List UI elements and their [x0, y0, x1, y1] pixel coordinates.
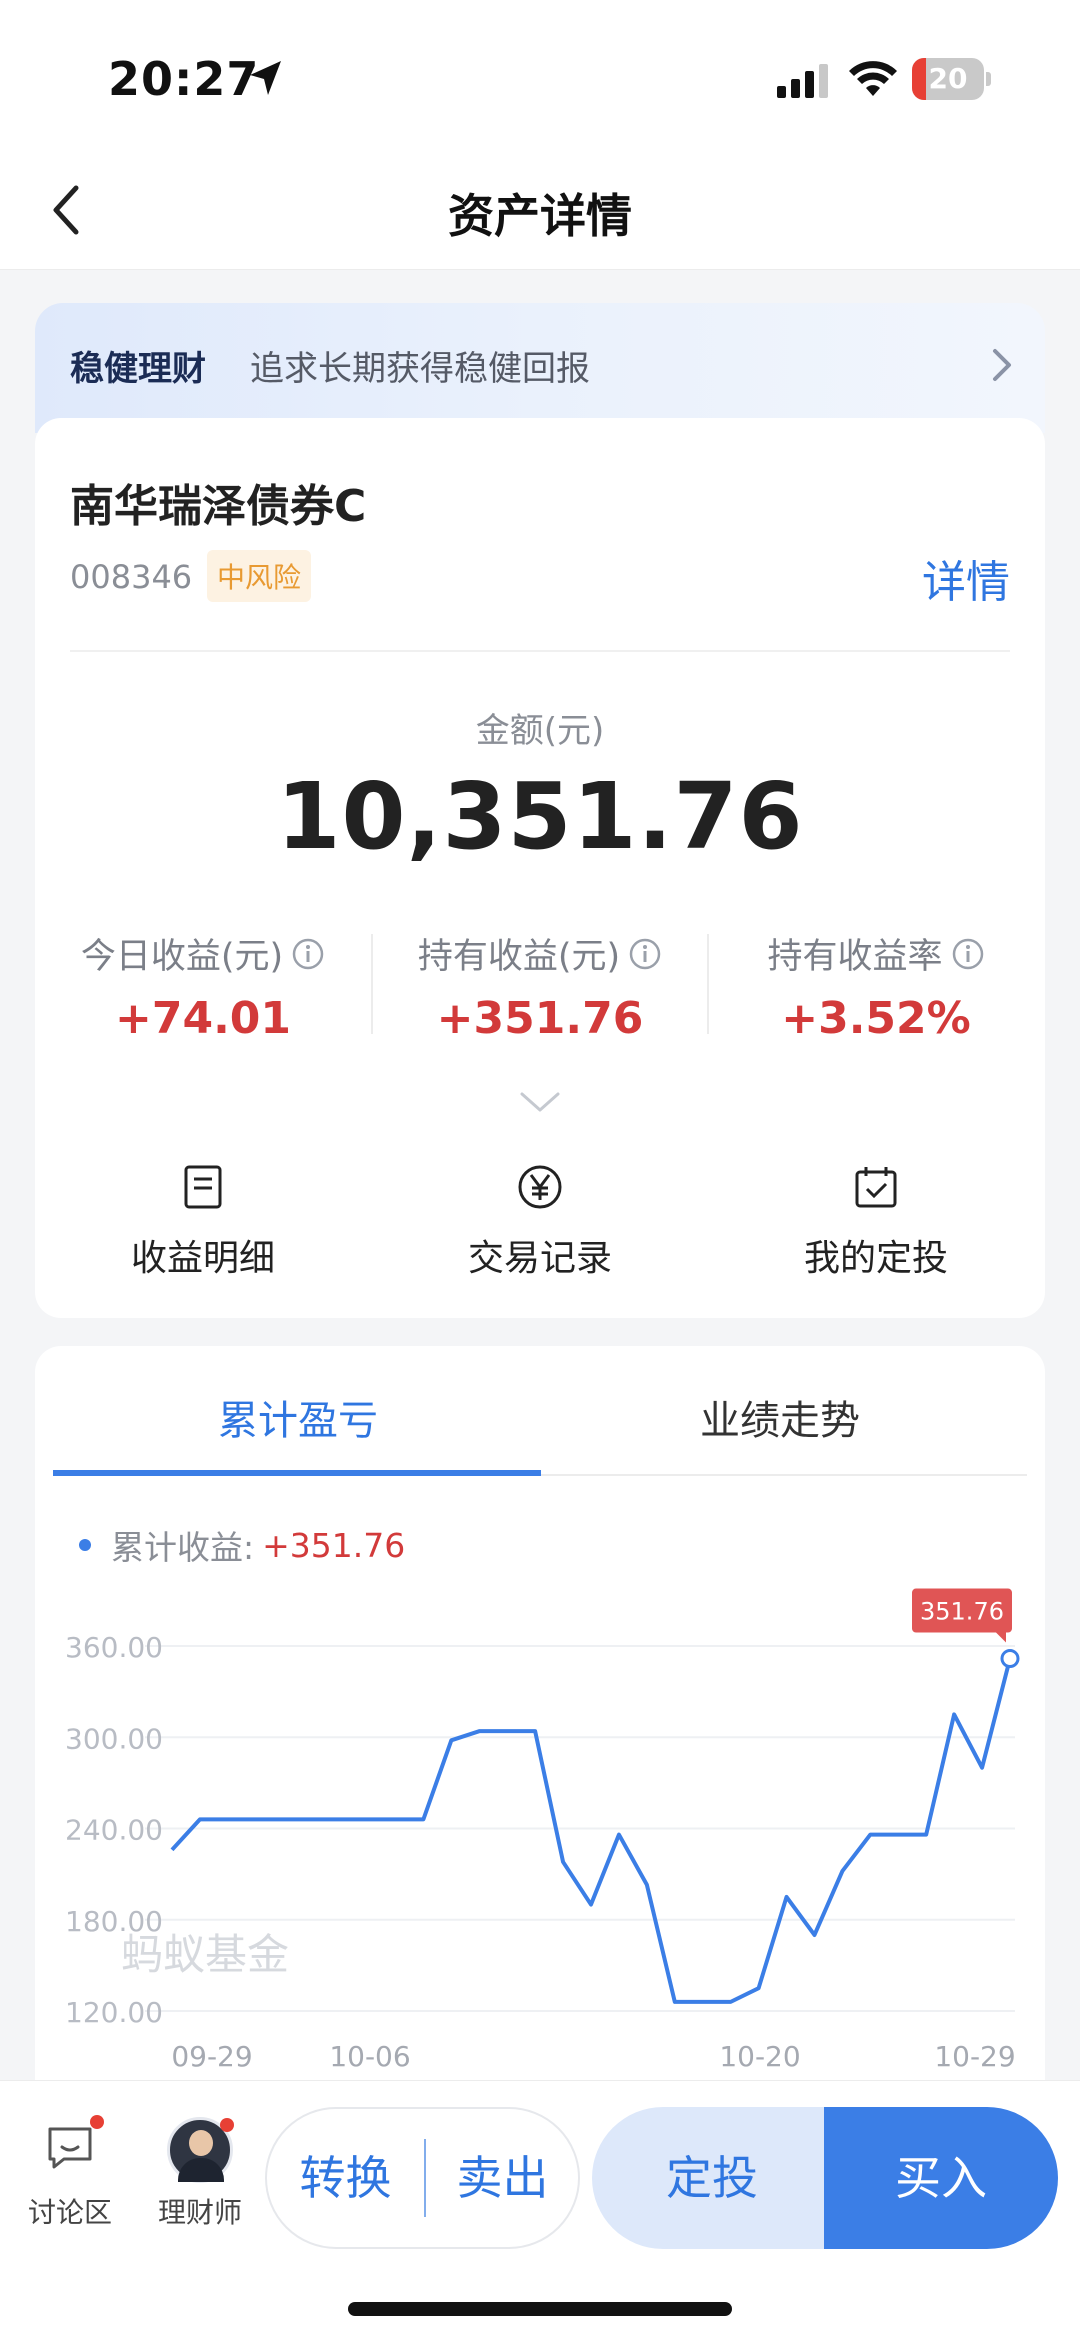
- stat-today-profit: 今日收益(元) +74.01: [35, 928, 371, 1044]
- tab-performance[interactable]: 业绩走势: [535, 1388, 1025, 1446]
- home-indicator: [348, 2302, 732, 2316]
- fund-code: 008346: [70, 558, 193, 596]
- advisor-label: 理财师: [157, 2196, 242, 2229]
- stat-holding-rate: 持有收益率 +3.52%: [708, 928, 1044, 1044]
- fund-card: 南华瑞泽债券C 008346 中风险 详情 金额(元) 10,351.76 今日…: [35, 418, 1045, 1318]
- advisor-button[interactable]: 理财师: [140, 2117, 260, 2231]
- chevron-right-icon: [993, 349, 1011, 381]
- x-tick-label: 10-06: [329, 2040, 410, 2073]
- buy-button[interactable]: 买入: [824, 2107, 1058, 2249]
- stat-label: 今日收益(元): [80, 937, 284, 977]
- y-tick-label: 300.00: [65, 1722, 163, 1755]
- discuss-label: 讨论区: [27, 2196, 112, 2229]
- quick-trade-records[interactable]: 交易记录: [372, 1163, 708, 1281]
- series-line: [170, 1658, 1012, 2004]
- quick-profit-detail[interactable]: 收益明细: [35, 1163, 371, 1281]
- risk-badge: 中风险: [207, 550, 312, 602]
- detail-link[interactable]: 详情: [922, 546, 1010, 610]
- document-icon: [184, 1165, 222, 1209]
- advisor-avatar: [167, 2117, 234, 2183]
- amount-label: 金额(元): [475, 711, 605, 751]
- notification-dot: [220, 2118, 234, 2132]
- last-value-tag-pointer: [996, 1632, 1006, 1643]
- battery-icon: 20: [912, 58, 991, 100]
- status-time: 20:27: [108, 52, 260, 106]
- stat-label: 持有收益率: [767, 937, 943, 977]
- location-arrow-icon: [250, 61, 281, 95]
- banner-text: 追求长期获得稳健回报: [250, 349, 590, 389]
- tab-active-underline: [53, 1470, 541, 1476]
- convert-button[interactable]: 转换: [267, 2109, 424, 2247]
- stat-label: 持有收益(元): [417, 937, 621, 977]
- tab-cumulative-pnl[interactable]: 累计盈亏: [53, 1388, 543, 1446]
- info-icon[interactable]: [951, 937, 985, 971]
- divider: [70, 650, 1010, 652]
- strategy-banner[interactable]: 稳健理财 追求长期获得稳健回报: [35, 303, 1045, 433]
- last-point-marker: [1000, 1649, 1020, 1669]
- auto-invest-button[interactable]: 定投: [592, 2107, 832, 2249]
- x-tick-label: 10-29: [934, 2040, 1015, 2073]
- wifi-icon: [849, 61, 897, 96]
- calendar-check-icon: [855, 1167, 897, 1208]
- quick-my-plan[interactable]: 我的定投: [708, 1163, 1044, 1281]
- y-tick-label: 240.00: [65, 1814, 163, 1847]
- x-tick-label: 09-29: [171, 2040, 252, 2073]
- sell-button[interactable]: 卖出: [425, 2109, 580, 2247]
- nav-header: 资产详情: [0, 150, 1080, 270]
- y-tick-label: 180.00: [65, 1905, 163, 1938]
- stat-value: +351.76: [436, 993, 644, 1044]
- stat-holding-profit: 持有收益(元) +351.76: [372, 928, 708, 1044]
- page-title: 资产详情: [448, 189, 632, 243]
- chat-icon: [40, 2115, 104, 2177]
- quick-label: 收益明细: [130, 1238, 275, 1279]
- quick-label: 交易记录: [467, 1238, 612, 1279]
- banner-tag: 稳健理财: [70, 349, 206, 389]
- status-bar: 20:27 20: [0, 0, 1080, 150]
- battery-level: 20: [928, 62, 968, 95]
- stat-value: +3.52%: [781, 993, 971, 1044]
- info-icon[interactable]: [291, 937, 325, 971]
- y-tick-label: 120.00: [65, 1996, 163, 2029]
- chevron-down-icon[interactable]: [518, 1090, 562, 1114]
- x-tick-label: 10-20: [719, 2040, 800, 2073]
- y-tick-label: 360.00: [65, 1631, 163, 1664]
- notification-dot: [90, 2115, 104, 2129]
- last-value-label: 351.76: [920, 1598, 1004, 1626]
- fund-name: 南华瑞泽债券C: [70, 481, 367, 532]
- cellular-signal-icon: [777, 64, 828, 98]
- discuss-button[interactable]: 讨论区: [10, 2115, 130, 2231]
- convert-sell-group: 转换 卖出: [265, 2107, 580, 2249]
- info-icon[interactable]: [628, 937, 662, 971]
- stat-value: +74.01: [114, 993, 292, 1044]
- yen-circle-icon: [518, 1165, 562, 1209]
- amount-value: 10,351.76: [276, 763, 804, 870]
- quick-label: 我的定投: [803, 1238, 948, 1279]
